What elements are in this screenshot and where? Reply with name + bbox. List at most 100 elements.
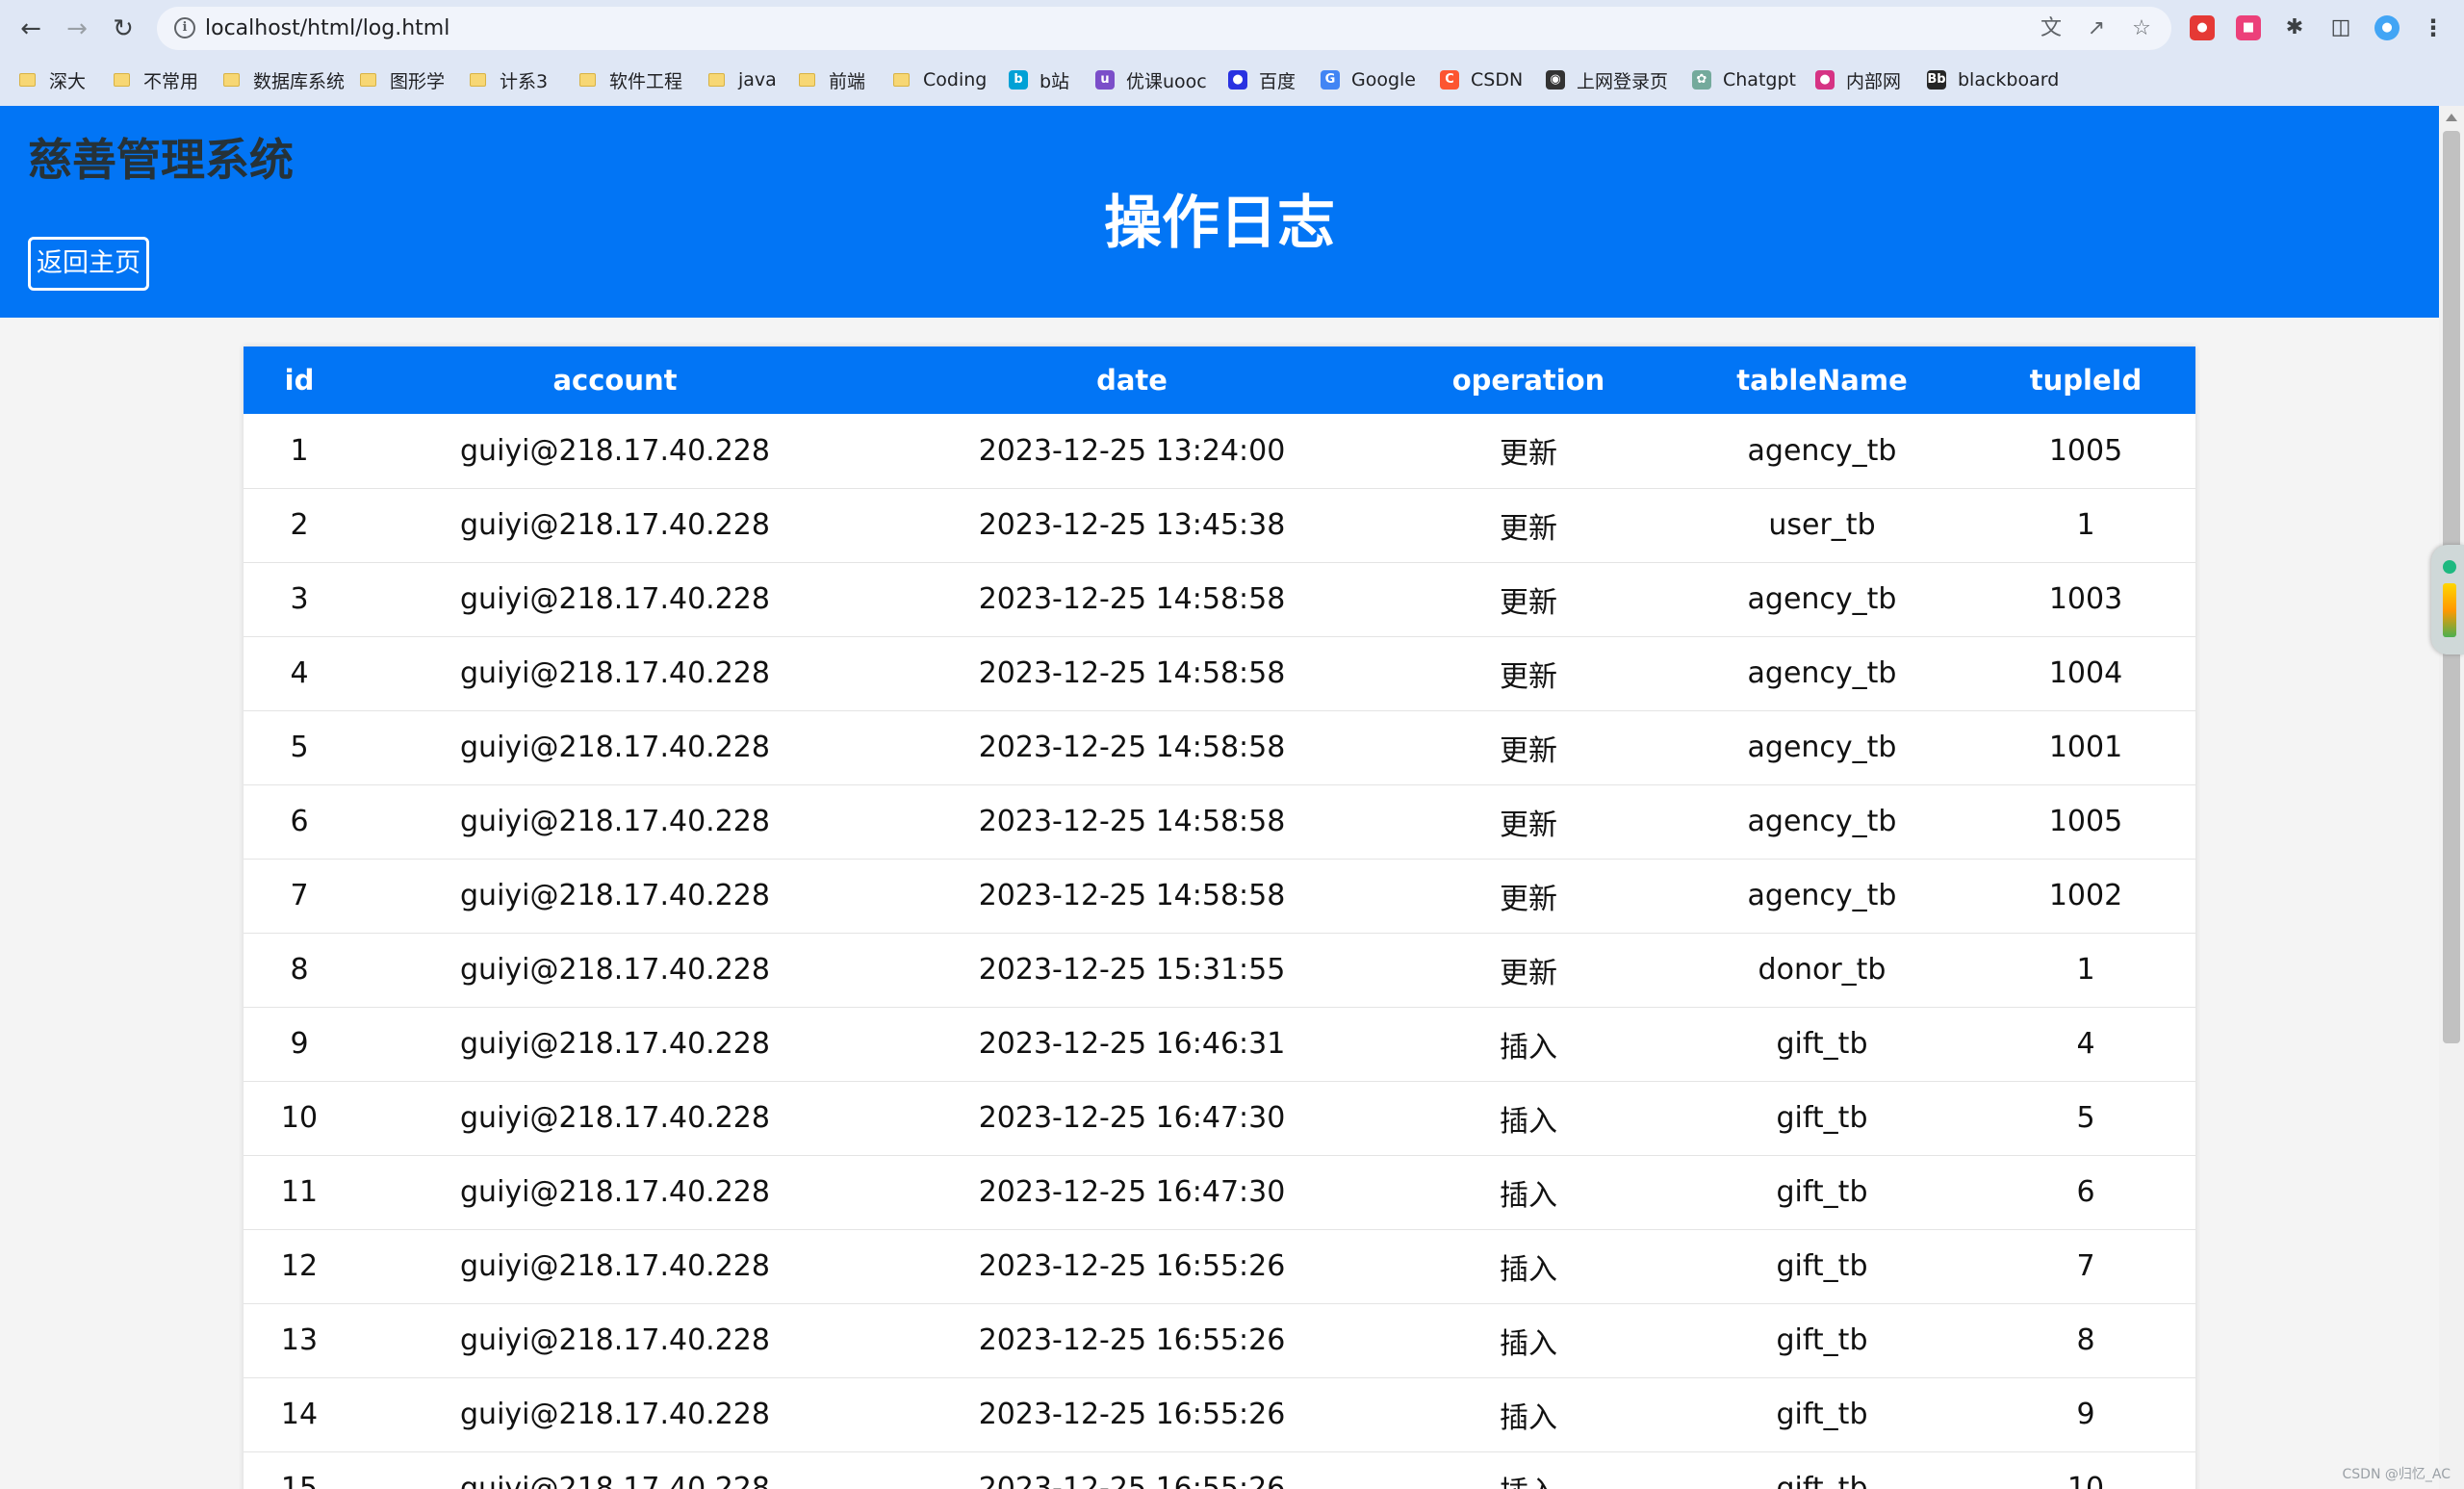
bookmark-star-icon[interactable]: ☆ [2129,16,2154,41]
cell-date: 2023-12-25 16:55:26 [875,1302,1389,1377]
cell-date: 2023-12-25 16:55:26 [875,1228,1389,1303]
cell-account: guiyi@218.17.40.228 [355,1006,875,1081]
folder-icon [708,73,725,87]
bookmark-label: blackboard [1958,69,2060,90]
column-header-date: date [875,347,1389,414]
bookmark-java[interactable]: java [708,65,777,94]
cell-date: 2023-12-25 16:55:26 [875,1450,1389,1489]
address-url[interactable]: localhost/html/log.html [205,7,449,50]
cell-table-name: agency_tb [1668,783,1976,859]
profile-avatar-icon[interactable]: ● [2374,15,2400,40]
bookmark-chatgpt[interactable]: ✿ Chatgpt [1692,65,1796,94]
back-to-home-button[interactable]: 返回主页 [28,237,149,291]
share-icon[interactable]: ↗ [2084,16,2109,41]
cell-tuple-id: 10 [1976,1450,2195,1489]
bookmark-内部网[interactable]: ● 内部网 [1815,65,1901,94]
bookmark-blackboard[interactable]: Bb blackboard [1927,65,2059,94]
cell-date: 2023-12-25 14:58:58 [875,561,1389,636]
bookmark-label: 优课uooc [1126,70,1207,92]
cell-date: 2023-12-25 14:58:58 [875,783,1389,859]
bookmarks-bar: 深大 不常用 数据库系统 图形学 计系3 软件工程 java 前端 Coding b b站 u 优课uo… [0,60,2464,100]
bookmark-label: CSDN [1471,69,1524,90]
site-info-icon[interactable]: i [174,17,195,39]
bookmark-label: 上网登录页 [1577,70,1669,92]
translate-icon[interactable]: 文 [2039,16,2064,41]
bookmark-深大[interactable]: 深大 [19,65,86,94]
bookmark-csdn[interactable]: C CSDN [1440,65,1523,94]
bookmark-b站[interactable]: b b站 [1009,65,1069,94]
cell-date: 2023-12-25 13:45:38 [875,487,1389,562]
bookmark-label: Google [1351,69,1417,90]
bookmark-前端[interactable]: 前端 [799,65,865,94]
cell-tuple-id: 7 [1976,1228,2195,1303]
cell-tuple-id: 1001 [1976,709,2195,784]
cell-table-name: gift_tb [1668,1302,1976,1377]
cell-account: guiyi@218.17.40.228 [355,1080,875,1155]
cell-tuple-id: 4 [1976,1006,2195,1081]
cell-id: 12 [244,1228,355,1303]
bookmark-label: 前端 [829,70,866,92]
side-panel-icon[interactable]: ◫ [2328,15,2353,40]
cell-table-name: agency_tb [1668,561,1976,636]
folder-icon [579,73,596,87]
side-floating-widget[interactable] [2431,545,2464,655]
bookmark-优课uooc[interactable]: u 优课uooc [1095,65,1207,94]
bookmark-coding[interactable]: Coding [893,65,987,94]
folder-icon [470,73,486,87]
cell-operation: 更新 [1389,783,1668,859]
bookmark-label: 百度 [1259,70,1296,92]
cell-account: guiyi@218.17.40.228 [460,433,770,468]
cell-account: guiyi@218.17.40.228 [355,561,875,636]
extension-red-icon[interactable]: ● [2190,15,2215,40]
page-viewport: 慈善管理系统 操作日志 返回主页 id account date operation t… [0,106,2439,1489]
google-icon: G [1321,70,1340,90]
back-arrow-icon[interactable]: ← [13,12,48,46]
bookmark-软件工程[interactable]: 软件工程 [579,65,682,94]
bookmark-不常用[interactable]: 不常用 [114,65,198,94]
table-row: 12 guiyi@218.17.40.228 2023-12-25 16:55:26… [244,1228,2195,1303]
cell-account: guiyi@218.17.40.228 [355,858,875,933]
cell-operation: 插入 [1389,1376,1668,1451]
page-scrollbar[interactable] [2439,106,2464,1489]
bookmark-label: 软件工程 [609,70,683,92]
table-row: 13 guiyi@218.17.40.228 2023-12-25 16:55:26… [244,1302,2195,1377]
table-row: 5 guiyi@218.17.40.228 2023-12-25 14:58:58 更… [244,709,2195,784]
bookmark-google[interactable]: G Google [1321,65,1416,94]
reload-icon[interactable]: ↻ [106,12,141,46]
cell-account: guiyi@218.17.40.228 [355,783,875,859]
bookmark-label: 不常用 [143,70,199,92]
cell-table-name: agency_tb [1747,433,1897,468]
cell-account: guiyi@218.17.40.228 [355,1302,875,1377]
bookmark-计系3[interactable]: 计系3 [470,65,548,94]
bookmark-图形学[interactable]: 图形学 [360,65,445,94]
extension-pink-icon[interactable]: ■ [2236,15,2261,40]
column-header-account: account [355,347,875,414]
cell-id: 15 [244,1450,355,1489]
table-row: 7 guiyi@218.17.40.228 2023-12-25 14:58:58 更… [244,858,2195,933]
bookmark-百度[interactable]: ● 百度 [1228,65,1296,94]
cell-operation: 插入 [1389,1080,1668,1155]
more-menu-icon[interactable]: ⋮ [2421,15,2446,40]
cell-id: 14 [244,1376,355,1451]
address-bar[interactable]: i localhost/html/log.html 文 ↗ ☆ [157,7,2171,50]
watermark: CSDN @归忆_AC [2342,1467,2451,1482]
cell-operation: 插入 [1389,1154,1668,1229]
cell-account: guiyi@218.17.40.228 [355,709,875,784]
cell-tuple-id: 6 [1976,1154,2195,1229]
globe-icon: ◉ [1546,70,1565,90]
cell-table-name: gift_tb [1668,1450,1976,1489]
bookmark-数据库系统[interactable]: 数据库系统 [223,65,345,94]
cell-operation: 更新 [1389,932,1668,1007]
bookmark-label: java [738,69,777,90]
extensions-puzzle-icon[interactable]: ✱ [2282,15,2307,40]
cell-operation: 更新 [1389,561,1668,636]
cell-tuple-id: 1005 [2048,433,2123,468]
table-row: 6 guiyi@218.17.40.228 2023-12-25 14:58:58 更… [244,783,2195,859]
chatgpt-icon: ✿ [1692,70,1711,90]
forward-arrow-icon[interactable]: → [60,12,94,46]
baidu-icon: ● [1228,70,1247,90]
cell-account: guiyi@218.17.40.228 [355,1376,875,1451]
scroll-up-arrow-icon[interactable] [2446,114,2457,121]
cell-operation: 更新 [1389,635,1668,710]
bookmark-上网登录页[interactable]: ◉ 上网登录页 [1546,65,1668,94]
